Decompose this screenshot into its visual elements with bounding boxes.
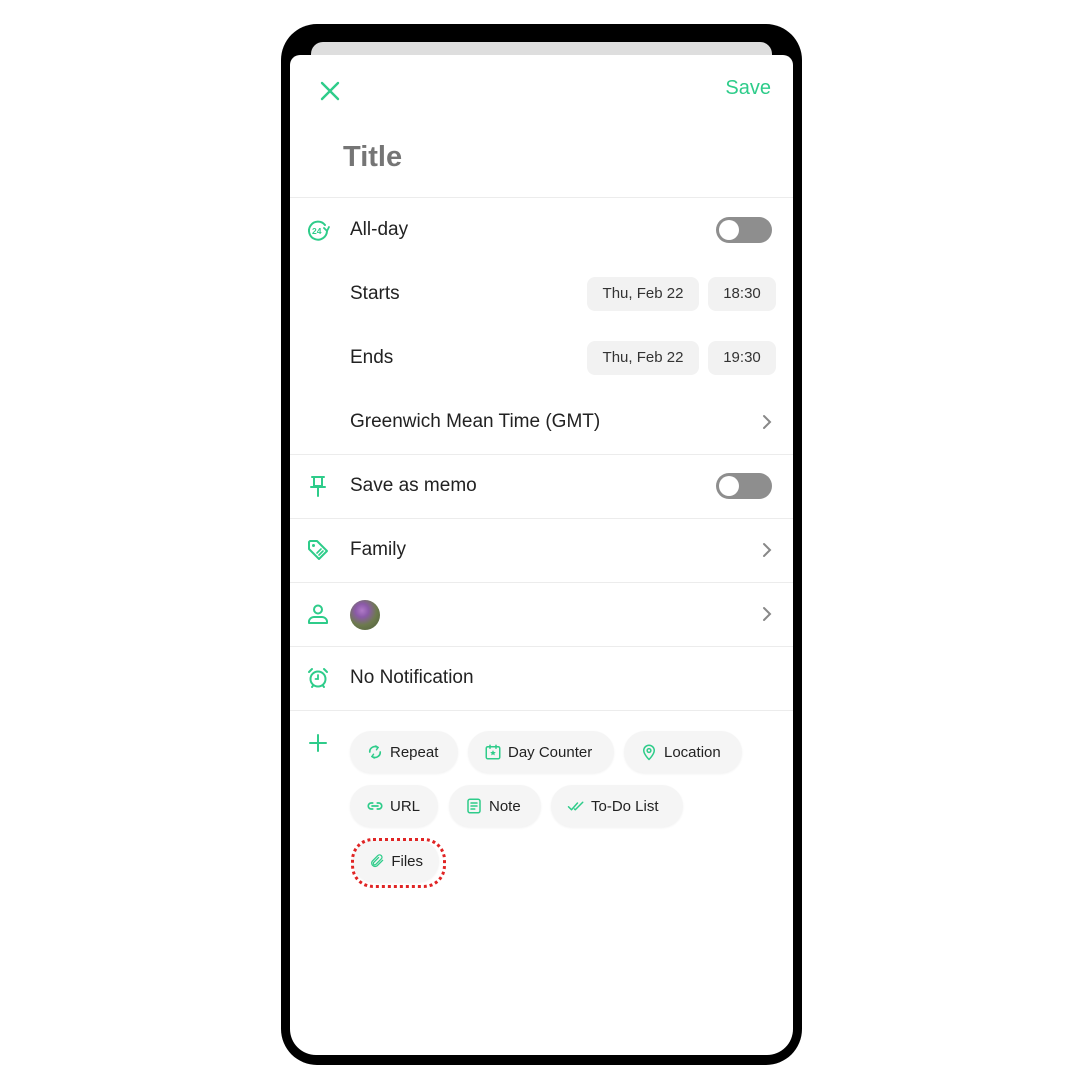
paperclip-icon — [371, 854, 384, 868]
plus-icon — [306, 731, 330, 755]
day-counter-chip[interactable]: Day Counter — [468, 731, 614, 773]
end-time-picker[interactable]: 19:30 — [708, 341, 776, 375]
save-as-memo-label: Save as memo — [350, 475, 477, 496]
repeat-icon — [368, 745, 382, 759]
timezone-row[interactable]: Greenwich Mean Time (GMT) — [290, 391, 793, 453]
event-editor-sheet: Save 24 All-day Starts Thu, Feb 22 18:30… — [290, 55, 793, 1055]
close-button[interactable] — [318, 75, 342, 103]
notification-row[interactable]: No Notification — [290, 647, 793, 710]
category-row[interactable]: Family — [290, 519, 793, 582]
all-day-label: All-day — [350, 219, 409, 240]
location-pin-icon — [643, 744, 655, 761]
save-button[interactable]: Save — [725, 77, 771, 100]
chevron-right-icon — [763, 607, 772, 621]
alarm-icon — [306, 666, 330, 690]
save-as-memo-toggle[interactable] — [716, 473, 772, 499]
svg-text:24: 24 — [312, 226, 322, 236]
todo-list-label: To-Do List — [591, 797, 659, 815]
double-check-icon — [567, 801, 584, 811]
location-label: Location — [664, 743, 721, 761]
pin-icon — [306, 474, 330, 498]
start-date-picker[interactable]: Thu, Feb 22 — [587, 277, 699, 311]
ends-label: Ends — [350, 347, 394, 368]
todo-list-chip[interactable]: To-Do List — [551, 785, 683, 827]
repeat-label: Repeat — [390, 743, 439, 761]
toggle-knob — [719, 220, 739, 240]
day-counter-label: Day Counter — [508, 743, 593, 761]
end-date-picker[interactable]: Thu, Feb 22 — [587, 341, 699, 375]
note-label: Note — [489, 797, 521, 815]
start-time-picker[interactable]: 18:30 — [708, 277, 776, 311]
notification-label: No Notification — [350, 667, 474, 688]
person-icon — [306, 602, 330, 626]
url-chip[interactable]: URL — [350, 785, 438, 827]
chevron-right-icon — [763, 415, 772, 429]
divider — [290, 710, 793, 711]
divider — [290, 454, 793, 455]
files-chip[interactable]: Files — [353, 840, 439, 882]
note-icon — [467, 798, 481, 814]
repeat-chip[interactable]: Repeat — [350, 731, 458, 773]
divider — [290, 197, 793, 198]
location-chip[interactable]: Location — [624, 731, 742, 773]
24-hour-icon: 24 — [306, 218, 330, 242]
link-icon — [367, 802, 383, 810]
category-label: Family — [350, 539, 406, 560]
calendar-star-icon — [485, 744, 501, 760]
title-input[interactable] — [343, 141, 743, 174]
url-label: URL — [390, 797, 421, 815]
timezone-label: Greenwich Mean Time (GMT) — [350, 411, 601, 432]
note-chip[interactable]: Note — [449, 785, 541, 827]
tag-icon — [306, 538, 330, 562]
chevron-right-icon — [763, 543, 772, 557]
flower-avatar[interactable] — [350, 600, 380, 630]
all-day-toggle[interactable] — [716, 217, 772, 243]
close-icon — [320, 81, 340, 101]
toggle-knob — [719, 476, 739, 496]
starts-label: Starts — [350, 283, 400, 304]
files-label: Files — [391, 852, 423, 870]
